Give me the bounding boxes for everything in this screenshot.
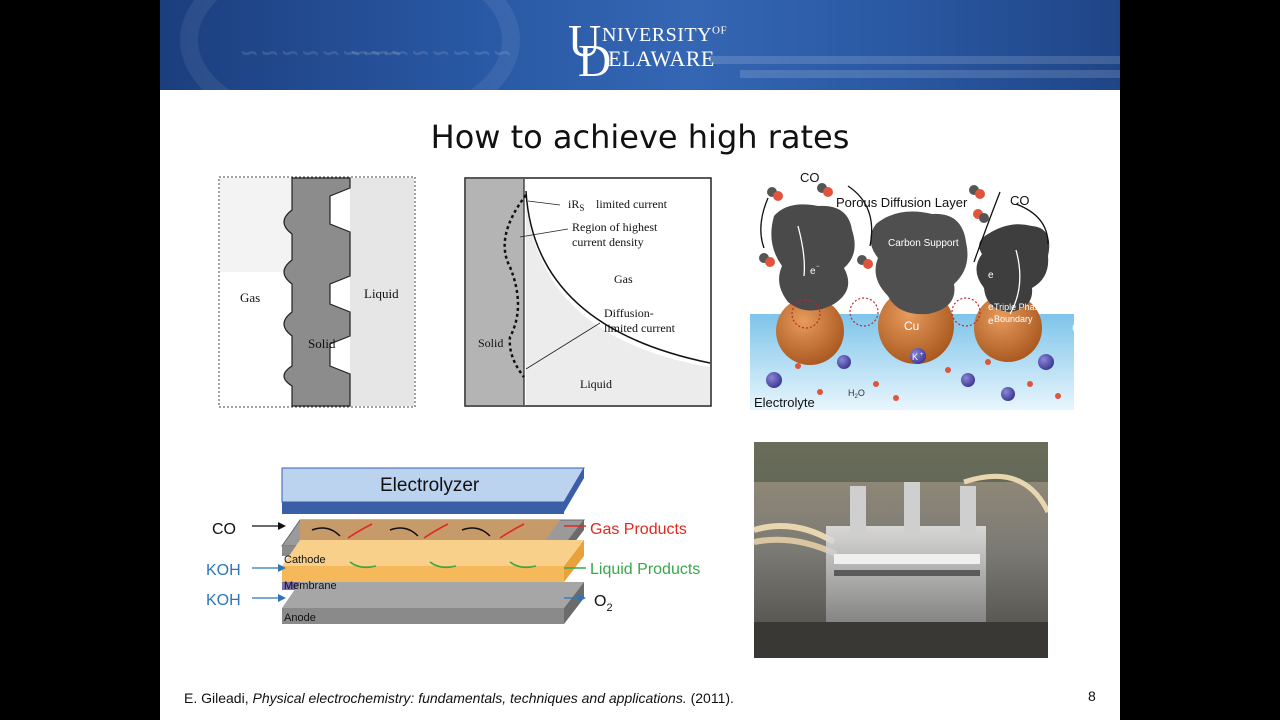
cathode-label: Cathode [284, 554, 326, 566]
citation: E. Gileadi, Physical electrochemistry: f… [184, 690, 734, 706]
triple-phase-line2: Boundary [994, 314, 1033, 324]
diffusion-line2: limited current [604, 321, 676, 335]
gas-products-label: Gas Products [590, 521, 687, 538]
current-distribution-figure: iRS limited current Region of highest cu… [464, 177, 712, 407]
logo-of: OF [712, 24, 728, 37]
logo-delaware: ELAWARE [608, 46, 715, 71]
potassium-ion [961, 373, 975, 387]
highest-density-line2: current density [572, 235, 644, 249]
citation-year: (2011). [690, 690, 734, 706]
membrane-top [282, 540, 584, 566]
koh-bottom-label: KOH [206, 592, 241, 609]
gas-solid-liquid-interface-figure: Gas Liquid Solid [218, 176, 416, 408]
liquid-products-label: Liquid Products [590, 561, 700, 578]
potassium-ion [837, 355, 851, 369]
co-inlet-label: CO [212, 521, 236, 538]
potassium-ion [1038, 354, 1054, 370]
electrolyzer-front [282, 502, 564, 514]
co-molecule [773, 191, 783, 201]
co-inlet-arrowhead [278, 522, 286, 530]
citation-author: E. Gileadi, [184, 690, 249, 706]
water-molecule [893, 395, 899, 401]
co-molecule [975, 189, 985, 199]
potassium-ion [766, 372, 782, 388]
co-molecule [863, 259, 873, 269]
water-molecule [985, 359, 991, 365]
electrolyte-label: Electrolyte [754, 395, 815, 410]
gas-shading [220, 178, 294, 272]
ir-limited-label: limited current [596, 197, 668, 211]
page-number: 8 [1088, 688, 1096, 704]
co-molecule [823, 187, 833, 197]
carbon-support-cluster [771, 204, 855, 311]
potassium-ion [1001, 387, 1015, 401]
co-molecule [765, 257, 775, 267]
photo-bolt [960, 486, 976, 534]
co-arrow [760, 197, 769, 249]
photo-bolt [904, 482, 920, 534]
cu-label: Cu [904, 319, 919, 333]
water-molecule [873, 381, 879, 387]
carbon-support-label: Carbon Support [888, 238, 959, 249]
electron-charge: − [816, 264, 820, 270]
liquid-label: Liquid [364, 286, 399, 301]
water-molecule [795, 363, 801, 369]
carbon-support-cluster [976, 224, 1050, 312]
membrane-label: Membrane [284, 580, 337, 592]
photo-cell-plate [834, 570, 980, 576]
o2-subscript: 2 [606, 602, 612, 614]
banner-stripe [740, 70, 1120, 78]
electrolyzer-photo [754, 442, 1048, 658]
electrolyzer-label: Electrolyzer [380, 475, 480, 496]
liquid-label: Liquid [580, 377, 612, 391]
cu-label: Cu [1072, 321, 1078, 335]
logo-university-word: NIVERSITY [602, 24, 713, 46]
koh-top-label: KOH [206, 562, 241, 579]
co-molecule [979, 213, 989, 223]
o2-letter: O [594, 593, 606, 610]
university-logo: U D NIVERSITYOF ELAWARE [568, 18, 727, 84]
o2-label: O2 [594, 593, 613, 614]
porous-layer-label: Porous Diffusion Layer [836, 195, 968, 210]
banner-ghost-text: ∽∽∽∽∽∽∽∽ [350, 40, 514, 65]
gas-diffusion-layer [300, 520, 560, 542]
slide-title: How to achieve high rates [430, 118, 850, 156]
electrolyzer-schematic: Electrolyzer CO KOH KOH Cathode Membrane… [206, 467, 700, 624]
water-o: O [858, 388, 865, 398]
photo-bolt [850, 486, 866, 534]
logo-university: NIVERSITYOF [602, 24, 727, 47]
gas-label: Gas [240, 290, 260, 305]
anode-label: Anode [284, 612, 316, 624]
co-right-label: CO [1010, 193, 1030, 208]
koh-inlet-arrowhead [278, 594, 286, 602]
header-banner: ∽∽∽∽∽∽∽∽ ∽∽∽∽∽∽∽∽ U D NIVERSITYOF ELAWAR… [160, 0, 1120, 90]
gas-label: Gas [614, 272, 633, 286]
banner-stripe [710, 56, 1120, 64]
water-molecule [945, 367, 951, 373]
k-ion-label: K [912, 352, 918, 362]
photo-bench [754, 622, 1048, 658]
electron-label: e [988, 270, 994, 281]
photo-cell-plate [834, 554, 980, 564]
carbon-support-cluster [870, 211, 968, 315]
porous-diffusion-layer-figure: CO CO Porous Diffusion Layer Carbon Supp… [750, 170, 1078, 410]
triple-phase-line1: Triple Phase [994, 302, 1044, 312]
citation-work: Physical electrochemistry: fundamentals,… [252, 690, 687, 706]
water-molecule [1027, 381, 1033, 387]
diffusion-line1: Diffusion- [604, 306, 654, 320]
highest-density-line1: Region of highest [572, 220, 658, 234]
solid-label: Solid [478, 336, 503, 350]
anode-plate [282, 608, 564, 624]
water-molecule [1055, 393, 1061, 399]
water-molecule [817, 389, 823, 395]
solid-label: Solid [308, 336, 336, 351]
k-ion-charge: + [920, 352, 924, 358]
slide: ∽∽∽∽∽∽∽∽ ∽∽∽∽∽∽∽∽ U D NIVERSITYOF ELAWAR… [160, 0, 1120, 720]
co-left-label: CO [800, 170, 820, 185]
